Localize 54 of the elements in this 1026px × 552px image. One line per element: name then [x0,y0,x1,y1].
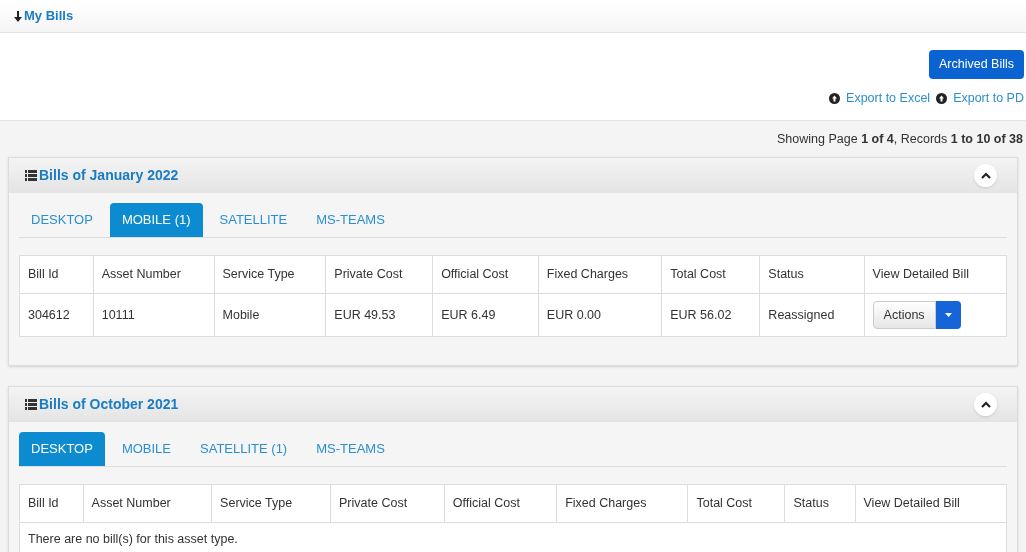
column-header: Status [784,484,855,522]
tab[interactable]: MOBILE [109,432,183,466]
table-cell: 304612 [19,293,94,337]
table-cell: EUR 49.53 [325,293,433,337]
upload-icon [936,92,948,104]
panel-title: Bills of October 2021 [39,395,179,415]
archived-bills-button[interactable]: Archived Bills [928,50,1024,79]
tab[interactable]: DESKTOP [19,432,105,466]
export-link[interactable]: Export to PD [953,88,1024,108]
panel-title: Bills of January 2022 [39,166,179,186]
column-header: Official Cost [444,484,557,522]
tab[interactable]: MS-TEAMS [304,432,397,466]
table-cell: Mobile [214,293,326,337]
column-header: Private Cost [330,484,445,522]
column-header: View Detailed Bill [855,484,1007,522]
actions-button[interactable]: Actions [872,300,936,330]
table-cell: EUR 6.49 [432,293,539,337]
column-header: Official Cost [432,255,539,293]
table-cell: EUR 56.02 [661,293,760,337]
column-header: Asset Number [93,255,214,293]
tab[interactable]: MS-TEAMS [304,203,397,237]
list-icon [25,170,37,182]
column-header: Fixed Charges [556,484,688,522]
export-link[interactable]: Export to Excel [846,88,931,108]
tab[interactable]: DESKTOP [19,203,105,237]
tab[interactable]: SATELLITE (1) [188,432,300,466]
column-header: Asset Number [83,484,212,522]
upload-icon [829,92,841,104]
column-header: Service Type [211,484,331,522]
tab[interactable]: SATELLITE [207,203,300,237]
column-header: Service Type [214,255,326,293]
caret-icon [944,312,952,317]
column-header: View Detailed Bill [864,255,1007,293]
column-header: Total Cost [661,255,760,293]
column-header: Bill Id [19,255,94,293]
column-header: Private Cost [325,255,433,293]
tab[interactable]: MOBILE (1) [109,203,203,237]
empty-message: There are no bill(s) for this asset type. [19,522,1007,552]
dropdown-button[interactable] [935,300,961,330]
chevron-icon [980,172,991,180]
collapse-button[interactable] [974,393,997,417]
column-header: Total Cost [687,484,785,522]
table-cell: 10111 [93,293,214,337]
table-cell: EUR 0.00 [538,293,662,337]
table-cell: Reassigned [759,293,865,337]
arrow-down-icon [14,10,22,22]
column-header: Bill Id [19,484,84,522]
column-header: Fixed Charges [538,255,662,293]
column-header: Status [759,255,865,293]
header-title: My Bills [24,7,74,26]
collapse-button[interactable] [974,164,997,188]
list-icon [25,399,37,411]
chevron-icon [980,401,991,409]
pagination-text: Showing Page 1 of 4, Records 1 to 10 of 38 [777,130,1023,148]
